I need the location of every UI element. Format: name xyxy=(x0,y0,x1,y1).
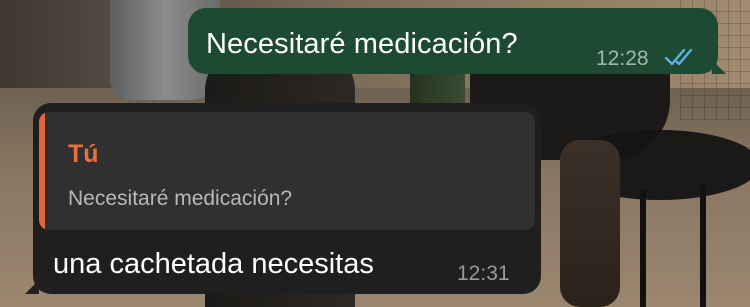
chat-background: Necesitaré medicación? 12:28 Tú Necesita… xyxy=(0,0,750,307)
wallpaper-table-leg xyxy=(700,185,706,307)
message-time: 12:31 xyxy=(457,262,510,285)
bubble-tail xyxy=(25,280,39,294)
message-text: Necesitaré medicación? xyxy=(206,28,518,60)
outgoing-message-bubble[interactable]: Necesitaré medicación? 12:28 xyxy=(188,8,726,74)
reply-quote[interactable]: Tú Necesitaré medicación? xyxy=(39,112,535,230)
reply-quote-accent-bar xyxy=(39,112,45,230)
incoming-message-bubble[interactable]: Tú Necesitaré medicación? una cachetada … xyxy=(25,103,541,294)
bubble-tail xyxy=(712,60,726,74)
message-time: 12:28 xyxy=(596,47,649,70)
wallpaper-table-leg xyxy=(640,190,646,307)
reply-quote-author: Tú xyxy=(68,140,99,168)
message-text: una cachetada necesitas xyxy=(53,248,374,280)
double-check-read-icon xyxy=(664,48,693,66)
reply-quote-text: Necesitaré medicación? xyxy=(68,187,293,210)
wallpaper-leg xyxy=(560,140,620,307)
